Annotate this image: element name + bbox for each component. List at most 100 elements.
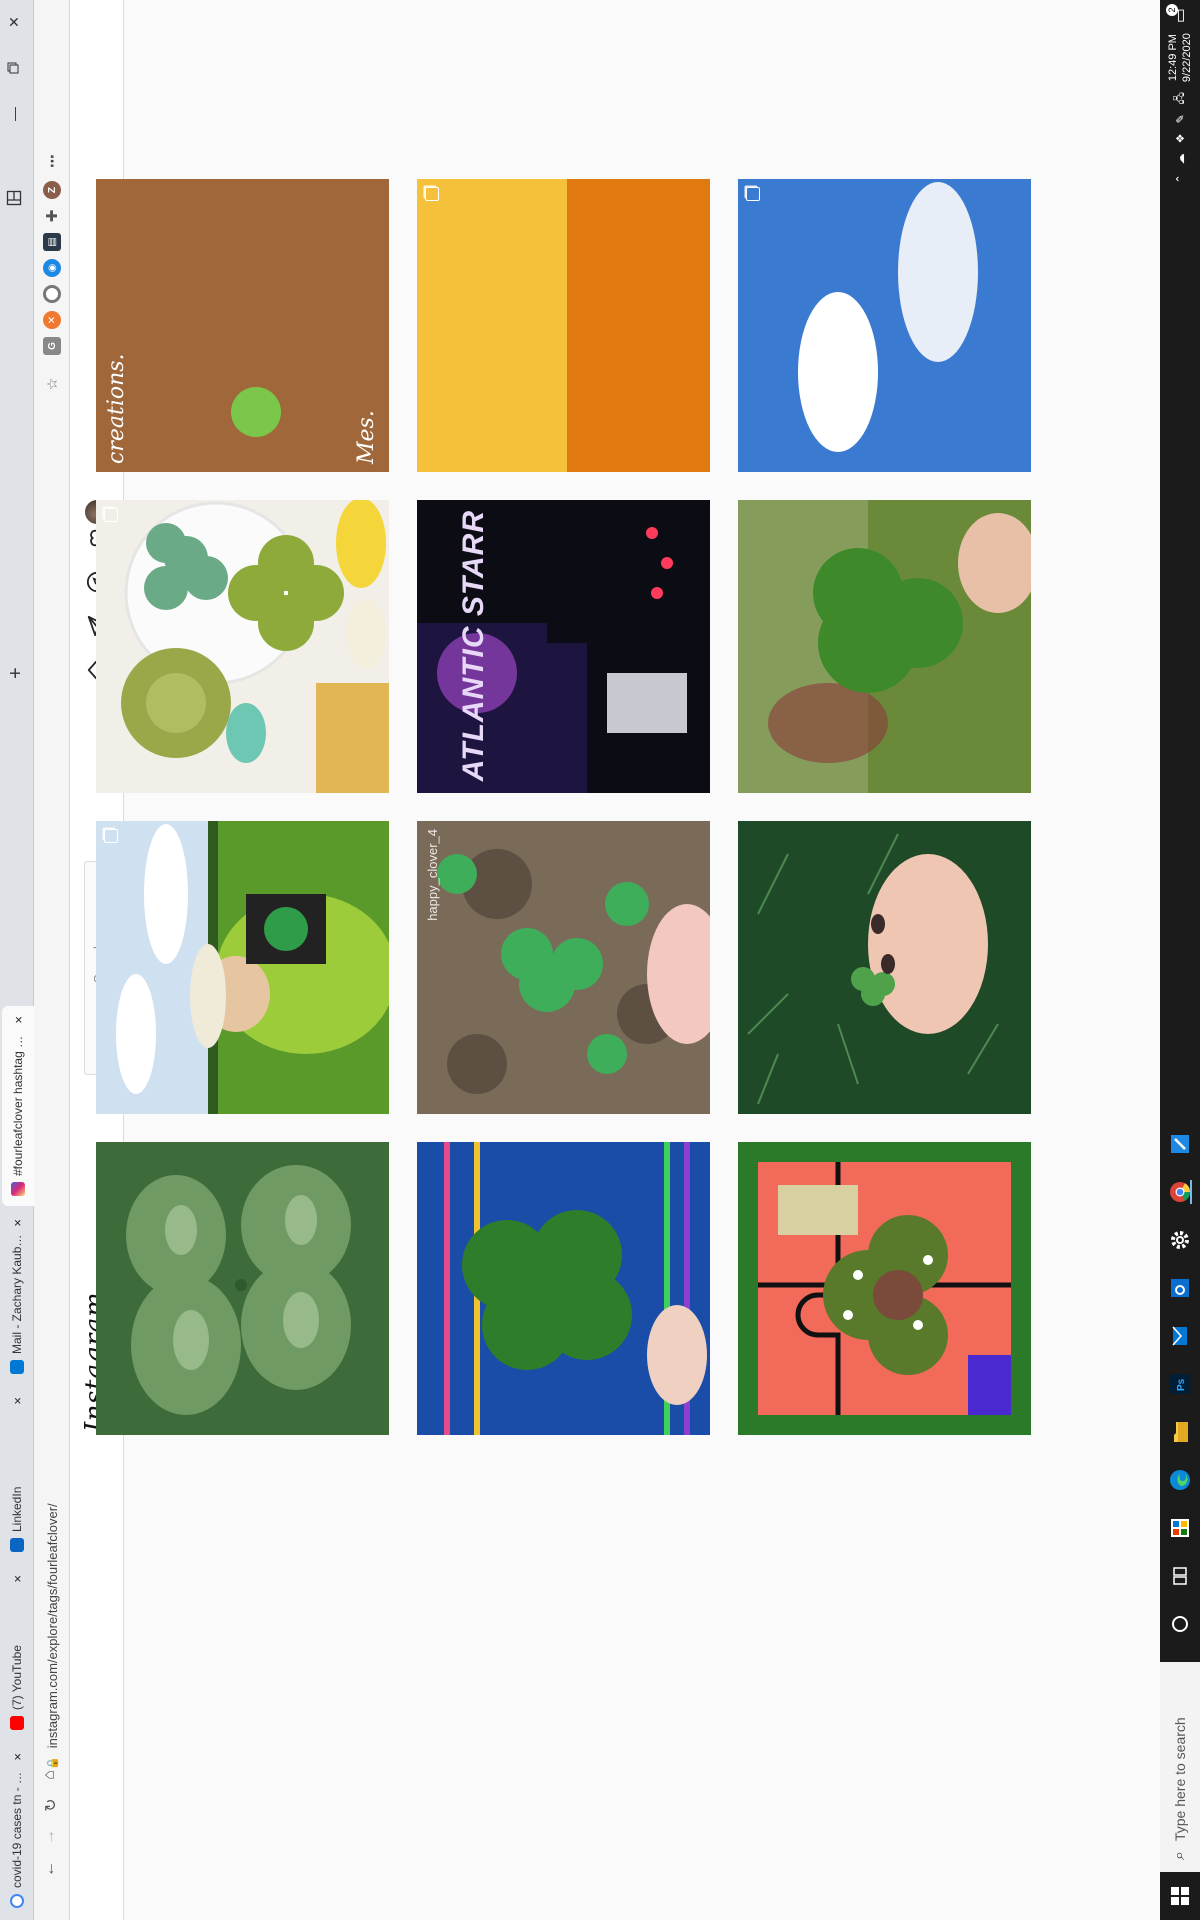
lock-icon: 🔒 bbox=[46, 1756, 59, 1770]
cortana-circle-icon[interactable] bbox=[1168, 1612, 1192, 1636]
notification-center-icon[interactable]: ▭ 2 bbox=[1166, 4, 1190, 23]
windows-start-icon[interactable] bbox=[1160, 1872, 1200, 1920]
extension-circle-icon[interactable] bbox=[43, 285, 61, 303]
close-icon[interactable]: × bbox=[10, 1753, 25, 1761]
instagram-icon bbox=[11, 1182, 25, 1196]
taskbar-search-placeholder: Type here to search bbox=[1172, 1717, 1188, 1842]
post-image bbox=[96, 500, 389, 793]
reload-icon[interactable]: ↻ bbox=[41, 1794, 61, 1816]
blue-app-icon[interactable] bbox=[1168, 1132, 1192, 1156]
new-tab-button[interactable]: + bbox=[5, 667, 28, 679]
instagram-page: Instagram ⌕ Search creations.Mes.happy_c… bbox=[70, 0, 1160, 1920]
post-overlay-text: Mes. bbox=[354, 410, 379, 464]
youtube-icon bbox=[10, 1716, 24, 1730]
post-image bbox=[738, 179, 1031, 472]
post-thumbnail-clover-dirt[interactable]: happy_clover_4 bbox=[417, 821, 710, 1114]
dropbox-icon[interactable]: ❖ bbox=[1174, 134, 1187, 144]
minimize-button[interactable]: — bbox=[6, 102, 22, 126]
tab-label: LinkedIn bbox=[10, 1486, 24, 1532]
post-overlay-text: ATLANTIC STARR bbox=[457, 510, 490, 782]
tab-instagram[interactable]: #fourleafclover hashtag on Insta × bbox=[2, 1006, 34, 1206]
forward-icon[interactable]: → bbox=[41, 1826, 59, 1848]
extension-orange-icon[interactable]: ✕ bbox=[43, 311, 61, 329]
close-icon[interactable]: × bbox=[11, 1016, 26, 1024]
post-thumbnail-crochet[interactable] bbox=[96, 500, 389, 793]
post-thumbnail-orange[interactable] bbox=[417, 179, 710, 472]
network-icon[interactable]: 🖧 bbox=[1171, 92, 1190, 104]
extension-chart-icon[interactable]: ▤ bbox=[43, 233, 61, 251]
post-thumbnail-sky[interactable] bbox=[738, 179, 1031, 472]
photoshop-icon[interactable]: Ps bbox=[1168, 1372, 1192, 1396]
close-icon[interactable]: × bbox=[10, 1575, 25, 1583]
post-thumbnail-blur-hand[interactable] bbox=[738, 500, 1031, 793]
extensions-puzzle-icon[interactable]: ✚ bbox=[43, 207, 61, 225]
post-overlay-text: happy_clover_4 bbox=[425, 829, 440, 921]
post-image bbox=[738, 500, 1031, 793]
mail-icon[interactable] bbox=[1168, 1324, 1192, 1348]
url-field[interactable]: 🔒 instagram.com/explore/tags/fourleafclo… bbox=[40, 1170, 64, 1770]
system-tray: ⌃ ☁ ❖ ✎ 🖧 12:49 PM 9/22/2020 ▭ 2 bbox=[1160, 0, 1200, 184]
desktop: covid-19 cases tn - Google Search × (7) … bbox=[0, 0, 1200, 1920]
chrome-icon[interactable] bbox=[1168, 1180, 1192, 1204]
post-overlay-text: creations. bbox=[104, 353, 129, 464]
post-thumbnail-pine-hand[interactable] bbox=[738, 821, 1031, 1114]
carousel-icon bbox=[746, 187, 760, 201]
extension-blue-icon[interactable]: ◉ bbox=[43, 259, 61, 277]
taskbar-search-field[interactable]: ⌕ Type here to search bbox=[1160, 1662, 1200, 1872]
tab-label: covid-19 cases tn - Google Search bbox=[10, 1766, 24, 1888]
post-thumbnail-puzzle[interactable] bbox=[738, 1142, 1031, 1435]
bookmark-star-icon[interactable]: ☆ bbox=[43, 375, 61, 393]
chevron-up-icon[interactable]: ⌃ bbox=[1174, 174, 1187, 183]
carousel-icon bbox=[104, 829, 118, 843]
notification-count: 2 bbox=[1166, 4, 1178, 16]
file-explorer-icon[interactable] bbox=[1168, 1420, 1192, 1444]
google-icon bbox=[10, 1894, 24, 1908]
windows-taskbar: ⌕ Type here to search Ps ⌃ ☁ ❖ ✎ 🖧 12:49… bbox=[1160, 0, 1200, 1920]
settings-gear-icon[interactable] bbox=[1168, 1228, 1192, 1252]
linkedin-icon bbox=[10, 1538, 24, 1552]
clock-time: 12:49 PM bbox=[1167, 34, 1179, 82]
post-image bbox=[417, 821, 710, 1114]
post-image bbox=[417, 1142, 710, 1435]
more-menu-icon[interactable]: ⋯ bbox=[43, 152, 61, 170]
restore-button[interactable] bbox=[6, 56, 22, 80]
post-thumbnail-clover-field[interactable] bbox=[96, 1142, 389, 1435]
close-icon[interactable]: × bbox=[10, 1219, 25, 1227]
post-thumbnail-creations[interactable]: creations. Mes. bbox=[96, 179, 389, 472]
profile-avatar-icon[interactable]: Z bbox=[43, 181, 61, 199]
cloud-icon[interactable]: ☁ bbox=[1174, 153, 1187, 164]
tab-linkedin[interactable]: LinkedIn × bbox=[2, 1387, 32, 1562]
tab-label: #fourleafclover hashtag on Insta bbox=[11, 1029, 25, 1176]
tab-label: (7) YouTube bbox=[10, 1645, 24, 1710]
tab-outlook[interactable]: Mail - Zachary Kauble - Outlook × bbox=[2, 1209, 32, 1384]
post-image bbox=[96, 821, 389, 1114]
post-image bbox=[96, 179, 389, 472]
post-image bbox=[738, 1142, 1031, 1435]
post-image bbox=[738, 821, 1031, 1114]
extension-g-icon[interactable]: G bbox=[43, 337, 61, 355]
clock[interactable]: 12:49 PM 9/22/2020 bbox=[1166, 33, 1194, 82]
edge-icon[interactable] bbox=[1168, 1468, 1192, 1492]
post-thumbnail-album[interactable]: ATLANTIC STARR bbox=[417, 500, 710, 793]
close-window-button[interactable]: ✕ bbox=[6, 10, 23, 34]
outlook-icon bbox=[10, 1360, 24, 1374]
search-icon: ⌕ bbox=[1171, 1851, 1188, 1860]
svg-text:Ps: Ps bbox=[1176, 1378, 1187, 1391]
tab-google-search[interactable]: covid-19 cases tn - Google Search × bbox=[2, 1743, 32, 1918]
office-icon[interactable] bbox=[1168, 1516, 1192, 1540]
post-thumbnail-blue-fabric[interactable] bbox=[417, 1142, 710, 1435]
tab-label: Mail - Zachary Kauble - Outlook bbox=[10, 1232, 24, 1354]
pen-icon[interactable]: ✎ bbox=[1174, 114, 1187, 123]
back-icon[interactable]: ← bbox=[41, 1858, 59, 1880]
close-icon[interactable]: × bbox=[10, 1397, 25, 1405]
address-bar-row: ← → ↻ ⌂ 🔒 instagram.com/explore/tags/fou… bbox=[34, 0, 70, 1920]
outlook-icon[interactable] bbox=[1168, 1276, 1192, 1300]
carousel-icon bbox=[104, 508, 118, 522]
carousel-icon bbox=[425, 187, 439, 201]
post-image bbox=[96, 1142, 389, 1435]
url-text: instagram.com/explore/tags/fourleafclove… bbox=[44, 1503, 60, 1749]
task-view-icon[interactable] bbox=[1168, 1564, 1192, 1588]
post-thumbnail-child-hat[interactable] bbox=[96, 821, 389, 1114]
sidebar-toggle-icon[interactable] bbox=[6, 186, 25, 210]
tab-youtube[interactable]: (7) YouTube × bbox=[2, 1565, 32, 1740]
